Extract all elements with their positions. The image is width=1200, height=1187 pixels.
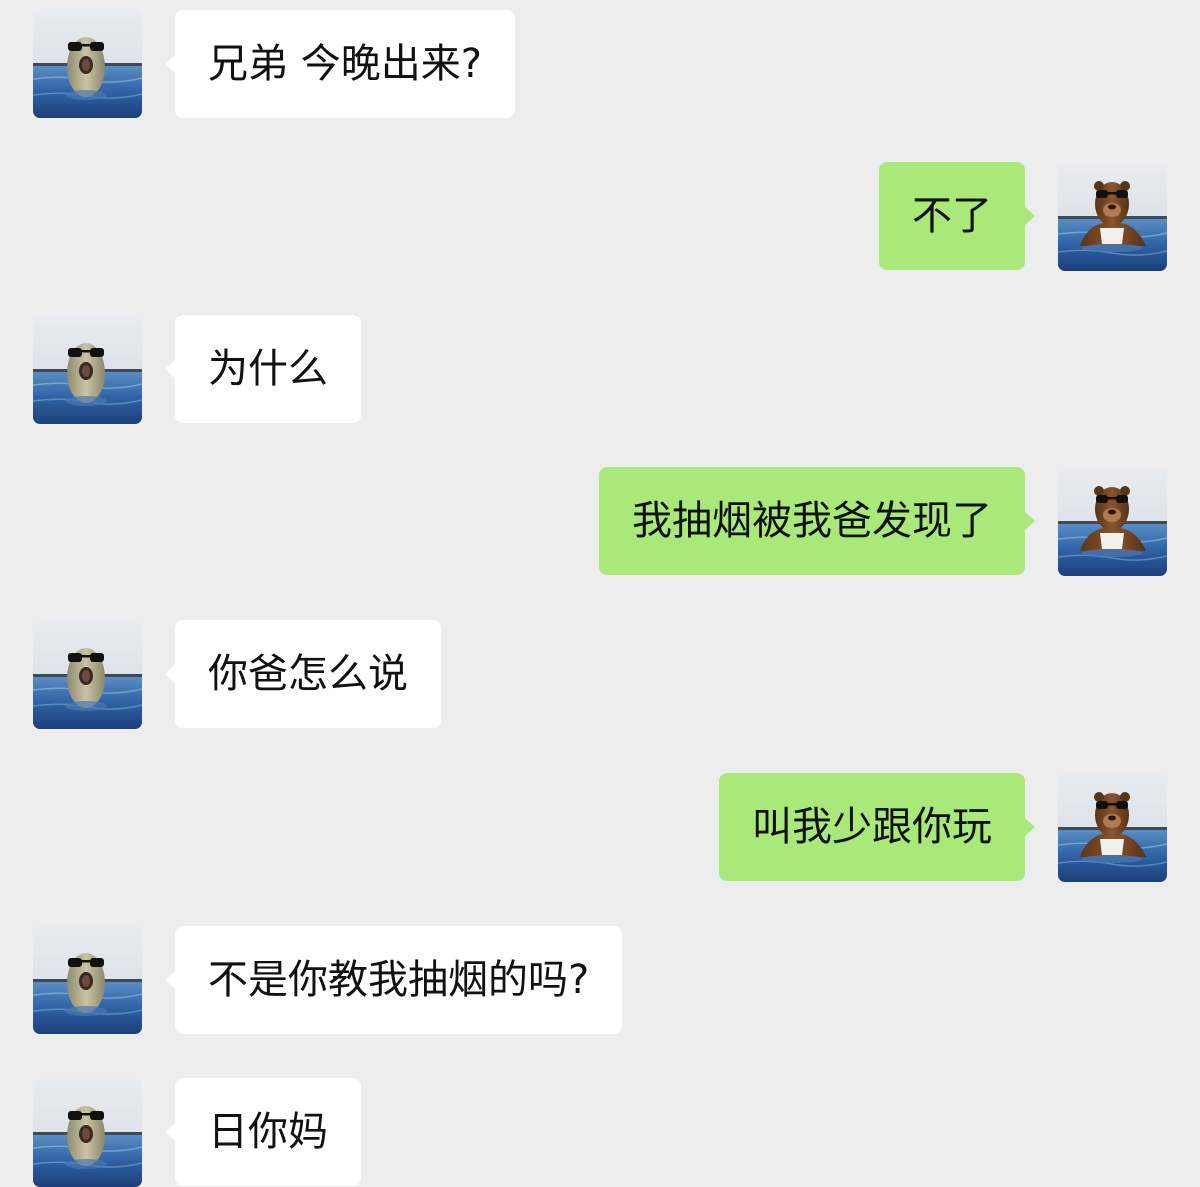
outgoing-message-bubble[interactable]: 不了	[879, 162, 1035, 270]
seal-with-sunglasses-avatar-icon	[33, 620, 142, 729]
incoming-message-bubble[interactable]: 日你妈	[165, 1078, 361, 1186]
self-avatar[interactable]	[1058, 467, 1167, 576]
self-avatar[interactable]	[1058, 773, 1167, 882]
incoming-message-bubble[interactable]: 不是你教我抽烟的吗?	[164, 926, 623, 1034]
contact-avatar[interactable]	[33, 315, 142, 424]
incoming-message-bubble[interactable]: 你爸怎么说	[165, 620, 441, 728]
contact-avatar[interactable]	[33, 1078, 142, 1187]
seal-with-sunglasses-avatar-icon	[33, 9, 142, 118]
brown-bear-with-sunglasses-avatar-icon	[1058, 162, 1167, 271]
contact-avatar[interactable]	[33, 620, 142, 729]
seal-with-sunglasses-avatar-icon	[33, 1078, 142, 1187]
incoming-message-bubble[interactable]: 为什么	[165, 315, 361, 423]
self-avatar[interactable]	[1058, 162, 1167, 271]
outgoing-message-bubble[interactable]: 叫我少跟你玩	[719, 773, 1035, 881]
chat-area: 兄弟 今晚出来? 不了 为什么 我抽烟被我爸发现了 你爸怎么说 叫我少跟你玩 不…	[0, 0, 1200, 1187]
seal-with-sunglasses-avatar-icon	[33, 315, 142, 424]
contact-avatar[interactable]	[33, 925, 142, 1034]
brown-bear-with-sunglasses-avatar-icon	[1058, 773, 1167, 882]
seal-with-sunglasses-avatar-icon	[33, 925, 142, 1034]
outgoing-message-bubble[interactable]: 我抽烟被我爸发现了	[599, 467, 1035, 575]
incoming-message-bubble[interactable]: 兄弟 今晚出来?	[165, 10, 515, 118]
brown-bear-with-sunglasses-avatar-icon	[1058, 467, 1167, 576]
contact-avatar[interactable]	[33, 9, 142, 118]
